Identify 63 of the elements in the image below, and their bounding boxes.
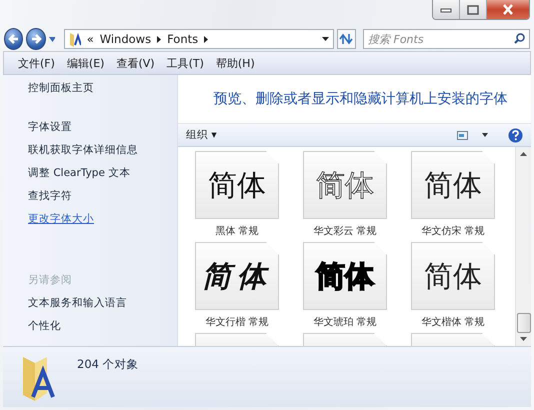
minimize-button[interactable] [433, 0, 460, 19]
search-icon[interactable] [514, 33, 525, 44]
sidebar-link[interactable]: 控制面板主页 [28, 81, 177, 95]
font-sample: 简体 [424, 170, 482, 200]
dropdown-icon[interactable] [322, 37, 329, 41]
font-name[interactable]: 华文行楷 常规 [205, 315, 269, 329]
view-icon[interactable] [457, 130, 468, 140]
font-preview-tile[interactable]: 简体 [411, 242, 495, 310]
menu-item[interactable]: 查看(V) [110, 56, 161, 70]
scrollbar-thumb[interactable] [516, 313, 530, 333]
font-sample: 简体 [208, 170, 266, 200]
font-preview-tile[interactable]: 简体 [303, 242, 387, 310]
breadcrumb-arrow-icon[interactable] [204, 36, 208, 42]
scroll-down-icon[interactable] [520, 337, 527, 341]
menu-item[interactable]: 工具(T) [160, 56, 210, 70]
font-sample: 简体 [424, 262, 482, 290]
breadcrumb[interactable]: Fonts [167, 32, 198, 46]
forward-button[interactable] [26, 28, 46, 50]
menu-item[interactable]: 帮助(H) [210, 56, 261, 70]
address-bar[interactable]: « Windows Fonts [64, 29, 334, 49]
font-preview-tile[interactable]: 简体 [195, 151, 279, 219]
search-field[interactable]: 搜索 Fonts [363, 29, 530, 49]
refresh-button[interactable] [336, 29, 356, 49]
font-preview-tile[interactable]: 简体 [411, 151, 495, 219]
font-name[interactable]: 黑体 常规 [215, 224, 259, 238]
font-name[interactable]: 华文琥珀 常规 [313, 315, 377, 329]
maximize-button[interactable] [460, 0, 487, 19]
breadcrumb[interactable]: Windows [100, 32, 152, 46]
minimize-icon [440, 6, 452, 12]
back-button[interactable] [4, 28, 24, 50]
dropdown-icon[interactable] [482, 133, 488, 137]
close-button[interactable] [487, 0, 529, 19]
sidebar-link[interactable]: 文本服务和输入语言 [28, 296, 177, 310]
sidebar-link[interactable]: 更改字体大小 [28, 212, 177, 226]
help-icon[interactable] [508, 128, 523, 142]
breadcrumb-separator: « [86, 32, 94, 46]
close-icon [502, 4, 514, 15]
menu-item[interactable]: 文件(F) [12, 56, 61, 70]
scrollbar[interactable] [515, 147, 531, 346]
menu-item[interactable]: 编辑(E) [60, 56, 110, 70]
sidebar-link[interactable]: 个性化 [28, 319, 177, 333]
sidebar-link[interactable]: 联机获取字体详细信息 [28, 143, 177, 157]
font-sample: 简体 [202, 262, 272, 290]
font-name[interactable]: 华文彩云 常规 [313, 224, 377, 238]
section-heading: 另请参阅 [28, 273, 73, 287]
font-name[interactable]: 华文楷体 常规 [421, 315, 485, 329]
right-arrow-icon [30, 33, 42, 45]
font-preview-tile[interactable]: 简体 [195, 242, 279, 310]
history-dropdown-icon[interactable] [48, 36, 55, 42]
sidebar-link[interactable]: 字体设置 [28, 120, 177, 134]
organize-menu[interactable]: 组织 ▾ [186, 128, 217, 142]
font-name[interactable]: 华文仿宋 常规 [421, 224, 485, 238]
scroll-up-icon[interactable] [520, 152, 527, 156]
maximize-icon [467, 4, 479, 14]
breadcrumb-arrow-icon[interactable] [157, 36, 162, 42]
item-count: 204 个对象 [77, 357, 139, 372]
page-heading: 预览、删除或者显示和隐藏计算机上安装的字体 [214, 90, 508, 108]
font-sample: 简体 [316, 262, 374, 290]
sidebar-link[interactable]: 调整 ClearType 文本 [28, 166, 177, 180]
sidebar-link[interactable]: 查找字符 [28, 189, 177, 203]
font-sample: 简体 [316, 170, 374, 200]
left-arrow-icon [8, 33, 20, 45]
fonts-folder-icon [68, 32, 81, 46]
